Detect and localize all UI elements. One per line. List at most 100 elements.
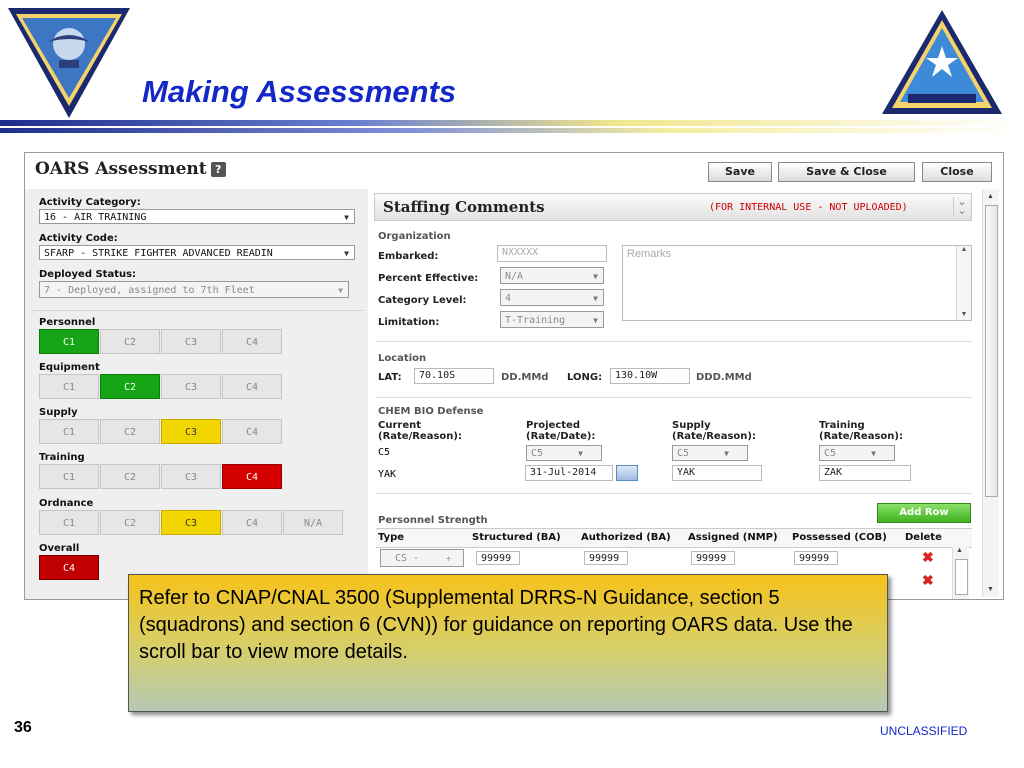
add-row-button[interactable]: Add Row xyxy=(877,503,971,523)
embarked-input[interactable]: NXXXXX xyxy=(497,245,607,262)
lat-label: LAT: xyxy=(378,372,402,383)
spinner-icon: ÷ xyxy=(446,554,451,563)
close-button[interactable]: Close xyxy=(922,162,992,182)
limitation-value: T-Training xyxy=(505,315,566,326)
type-select[interactable]: CS - ÷ xyxy=(380,549,464,567)
limitation-select[interactable]: T-Training ▼ xyxy=(500,311,604,328)
personnel-c3-button[interactable]: C3 xyxy=(161,329,221,354)
help-icon[interactable]: ? xyxy=(210,162,226,177)
chevron-down-icon: ▼ xyxy=(344,213,349,222)
chem-bio-label: CHEM BIO Defense xyxy=(378,406,484,417)
table-header-delete: Delete xyxy=(905,532,942,543)
ordnance-c4-button[interactable]: C4 xyxy=(222,510,282,535)
oars-assessment-window: OARS Assessment? Save Save & Close Close… xyxy=(24,152,1004,600)
divider xyxy=(376,493,972,494)
ordnance-c2-button[interactable]: C2 xyxy=(100,510,160,535)
assigned-input[interactable]: 99999 xyxy=(691,551,735,565)
remarks-scrollbar[interactable]: ▲ ▼ xyxy=(956,246,971,320)
ordnance-na-button[interactable]: N/A xyxy=(283,510,343,535)
projected-rate-value: C5 xyxy=(531,448,544,459)
save-and-close-button[interactable]: Save & Close xyxy=(778,162,915,182)
projected-date-input[interactable]: 31-Jul-2014 xyxy=(525,465,613,481)
readiness-panel: Activity Category: 16 - AIR TRAINING ▼ Ac… xyxy=(25,189,368,599)
personnel-label: Personnel xyxy=(39,317,96,328)
activity-code-label: Activity Code: xyxy=(39,233,118,244)
chevron-down-icon: ▼ xyxy=(724,449,729,458)
location-label: Location xyxy=(378,353,427,364)
possessed-input[interactable]: 99999 xyxy=(794,551,838,565)
training-c4-button[interactable]: C4 xyxy=(222,464,282,489)
training-rate-select[interactable]: C5 ▼ xyxy=(819,445,895,461)
personnel-c4-button[interactable]: C4 xyxy=(222,329,282,354)
structured-input[interactable]: 99999 xyxy=(476,551,520,565)
save-button[interactable]: Save xyxy=(708,162,772,182)
staffing-comments-panel: Staffing Comments (FOR INTERNAL USE - NO… xyxy=(370,189,1000,599)
panel-scrollbar[interactable]: ▲ ▼ xyxy=(982,189,999,597)
training-c3-button[interactable]: C3 xyxy=(161,464,221,489)
delete-row-icon[interactable]: ✖ xyxy=(922,549,934,566)
training-c1-button[interactable]: C1 xyxy=(39,464,99,489)
lat-input[interactable]: 70.10S xyxy=(414,368,494,384)
remarks-textarea[interactable]: Remarks ▲ ▼ xyxy=(622,245,972,321)
internal-use-note: (FOR INTERNAL USE - NOT UPLOADED) xyxy=(709,202,908,213)
naval-air-force-atlantic-logo xyxy=(4,2,134,122)
projected-rate-select[interactable]: C5 ▼ xyxy=(526,445,602,461)
deployed-status-value: 7 - Deployed, assigned to 7th Fleet xyxy=(44,285,255,296)
long-format-label: DDD.MMd xyxy=(696,372,752,383)
table-header-authorized: Authorized (BA) xyxy=(581,532,671,543)
training-reason-input[interactable]: ZAK xyxy=(819,465,911,481)
personnel-strength-label: Personnel Strength xyxy=(378,515,488,526)
equipment-c1-button[interactable]: C1 xyxy=(39,374,99,399)
calendar-icon[interactable] xyxy=(616,465,638,481)
long-input[interactable]: 130.10W xyxy=(610,368,690,384)
percent-effective-value: N/A xyxy=(505,271,524,282)
deployed-status-select[interactable]: 7 - Deployed, assigned to 7th Fleet ▼ xyxy=(39,281,349,298)
category-level-select[interactable]: 4 ▼ xyxy=(500,289,604,306)
ordnance-label: Ordnance xyxy=(39,498,94,509)
supply-c4-button[interactable]: C4 xyxy=(222,419,282,444)
window-title-text: OARS Assessment xyxy=(35,159,207,179)
equipment-c4-button[interactable]: C4 xyxy=(222,374,282,399)
equipment-c3-button[interactable]: C3 xyxy=(161,374,221,399)
table-header-assigned: Assigned (NMP) xyxy=(688,532,778,543)
supply-reason-input[interactable]: YAK xyxy=(672,465,762,481)
supply-c1-button[interactable]: C1 xyxy=(39,419,99,444)
supply-c2-button[interactable]: C2 xyxy=(100,419,160,444)
callout-text: Refer to CNAP/CNAL 3500 (Supplemental DR… xyxy=(139,587,853,663)
ordnance-c3-button[interactable]: C3 xyxy=(161,510,221,535)
activity-category-label: Activity Category: xyxy=(39,197,141,208)
header-divider xyxy=(0,120,1024,126)
projected-label: Projected (Rate/Date): xyxy=(526,420,596,442)
personnel-c2-button[interactable]: C2 xyxy=(100,329,160,354)
activity-code-select[interactable]: SFARP - STRIKE FIGHTER ADVANCED READIN ▼ xyxy=(39,245,355,260)
training-rate-value: C5 xyxy=(824,448,837,459)
chevron-down-icon: ▼ xyxy=(344,249,349,258)
supply-rate-select[interactable]: C5 ▼ xyxy=(672,445,748,461)
scrollbar-thumb[interactable] xyxy=(985,205,998,497)
delete-row-icon[interactable]: ✖ xyxy=(922,572,934,589)
supply-c3-button[interactable]: C3 xyxy=(161,419,221,444)
current-reason: YAK xyxy=(378,469,397,480)
category-level-value: 4 xyxy=(505,293,512,304)
deployed-status-label: Deployed Status: xyxy=(39,269,137,280)
ordnance-c1-button[interactable]: C1 xyxy=(39,510,99,535)
activity-category-select[interactable]: 16 - AIR TRAINING ▼ xyxy=(39,209,355,224)
staffing-title: Staffing Comments xyxy=(383,198,545,216)
current-rate: C5 xyxy=(378,447,391,458)
personnel-c1-button[interactable]: C1 xyxy=(39,329,99,354)
training-c2-button[interactable]: C2 xyxy=(100,464,160,489)
percent-effective-select[interactable]: N/A ▼ xyxy=(500,267,604,284)
table-header-possessed: Possessed (COB) xyxy=(792,532,887,543)
table-row: CS - ÷ 99999 99999 99999 99999 ✖ xyxy=(376,547,948,569)
table-scrollbar[interactable]: ▲ xyxy=(952,547,969,599)
authorized-input[interactable]: 99999 xyxy=(584,551,628,565)
collapse-chevrons-icon[interactable]: ⌄ ⌄ xyxy=(953,195,970,216)
equipment-c2-button[interactable]: C2 xyxy=(100,374,160,399)
supply-label: Supply xyxy=(39,407,78,418)
remarks-placeholder: Remarks xyxy=(627,248,672,260)
chevron-down-icon: ▼ xyxy=(871,449,876,458)
overall-rating-badge: C4 xyxy=(39,555,99,580)
chevron-down-icon: ▼ xyxy=(578,449,583,458)
divider xyxy=(376,341,972,342)
window-title: OARS Assessment? xyxy=(35,159,226,179)
